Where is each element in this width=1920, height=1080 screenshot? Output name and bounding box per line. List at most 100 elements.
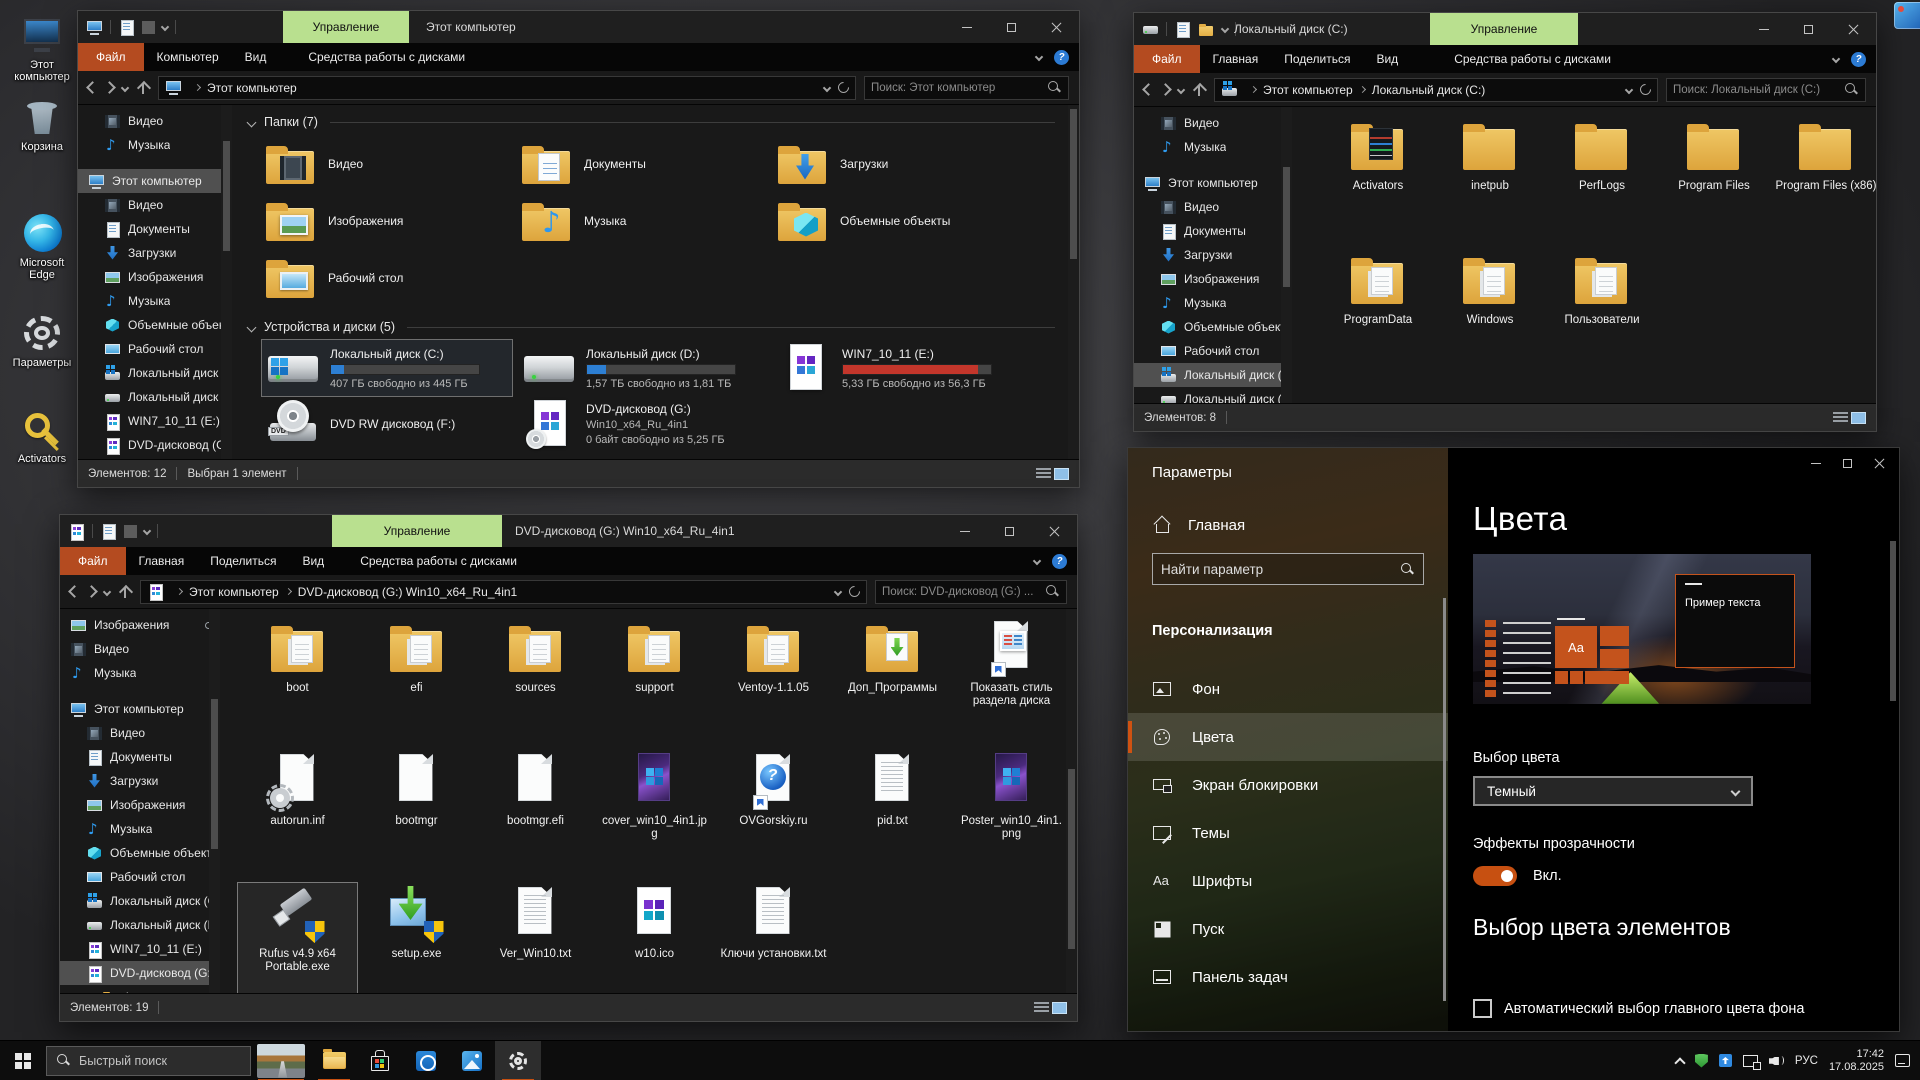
group-header-drives[interactable]: Устройства и диски (5): [248, 320, 1055, 334]
folder-tile[interactable]: Документы: [518, 135, 774, 192]
sidebar-item[interactable]: Видео: [1134, 195, 1292, 219]
minimize-button[interactable]: [1741, 13, 1786, 45]
search-box[interactable]: [1666, 78, 1866, 102]
up-button[interactable]: [136, 81, 150, 95]
sidebar-item[interactable]: Объемные объекты: [60, 841, 220, 865]
new-folder-quick-icon[interactable]: [142, 21, 155, 34]
settings-nav-item[interactable]: Цвета: [1128, 713, 1448, 761]
ribbon-contextual-tab[interactable]: Управление: [283, 11, 409, 43]
sidebar-item[interactable]: Загрузки: [78, 241, 232, 265]
file-item[interactable]: support: [595, 617, 714, 750]
refresh-icon[interactable]: [847, 584, 863, 600]
folder-tile[interactable]: Изображения: [262, 192, 518, 249]
icons-view-toggle[interactable]: [1052, 1002, 1067, 1014]
ribbon-tab[interactable]: Средства работы с дисками: [347, 547, 530, 575]
settings-nav-item[interactable]: Пуск: [1128, 905, 1448, 953]
taskbar-search[interactable]: [46, 1046, 251, 1076]
ribbon-collapse-icon[interactable]: [1832, 55, 1840, 63]
file-item[interactable]: Activators: [1322, 115, 1434, 249]
sidebar-item[interactable]: Изображения: [60, 793, 220, 817]
sidebar-item[interactable]: Музыка: [60, 817, 220, 841]
file-item[interactable]: cover_win10_4in1.jpg: [595, 750, 714, 883]
search-input[interactable]: [1673, 84, 1844, 96]
desktop-icon[interactable]: Этот компьютер: [6, 16, 78, 83]
drive-tile[interactable]: Локальный диск (D:) 1,57 ТБ свободно из …: [518, 340, 768, 396]
sidebar-item[interactable]: DVD-дисковод (G:): [60, 961, 220, 985]
sidebar-scrollbar[interactable]: [221, 105, 232, 459]
qat-customize-caret[interactable]: [143, 527, 151, 535]
file-item[interactable]: Windows: [1434, 249, 1546, 383]
desktop-icon[interactable]: Activators: [6, 410, 78, 465]
ribbon-collapse-icon[interactable]: [1035, 53, 1043, 61]
ribbon-tab[interactable]: Вид: [289, 547, 337, 575]
quick-access-toolbar[interactable]: [86, 19, 176, 36]
maximize-button[interactable]: [989, 11, 1034, 43]
file-item[interactable]: w10.ico: [595, 883, 714, 993]
hidden-icons-chevron[interactable]: [1674, 1057, 1685, 1068]
taskbar-app-store[interactable]: [357, 1041, 403, 1080]
back-button[interactable]: [68, 585, 81, 598]
taskbar-app-explorer[interactable]: [311, 1041, 357, 1080]
file-item[interactable]: Ключи установки.txt: [714, 883, 833, 993]
help-icon[interactable]: [1052, 554, 1067, 569]
volume-icon[interactable]: [1769, 1054, 1784, 1067]
qat-customize-caret[interactable]: [161, 23, 169, 31]
taskbar-app-photos[interactable]: [449, 1041, 495, 1080]
new-folder-quick-icon[interactable]: [1198, 21, 1215, 38]
ribbon-tab[interactable]: Главная: [126, 547, 198, 575]
file-item[interactable]: inetpub: [1434, 115, 1546, 249]
ribbon-tab[interactable]: Поделиться: [1271, 45, 1363, 73]
sidebar-item[interactable]: Объемные объекты: [78, 313, 232, 337]
forward-button[interactable]: [85, 585, 98, 598]
sidebar-item[interactable]: Локальный диск (C:): [1134, 363, 1292, 387]
qat-customize-caret[interactable]: [1221, 25, 1229, 33]
address-bar[interactable]: Этот компьютерЛокальный диск (C:): [1214, 78, 1658, 102]
file-item[interactable]: Rufus v4.9 x64 Portable.exe: [238, 883, 357, 993]
breadcrumb-item[interactable]: Этот компьютер: [188, 81, 297, 95]
details-view-toggle[interactable]: [1034, 1002, 1049, 1014]
forward-button[interactable]: [103, 81, 116, 94]
address-dropdown-caret[interactable]: [1625, 85, 1633, 93]
settings-nav-item[interactable]: Фон: [1128, 665, 1448, 713]
quick-access-toolbar[interactable]: [1142, 21, 1236, 38]
sidebar-item[interactable]: Видео: [60, 721, 220, 745]
breadcrumb-item[interactable]: Локальный диск (C:): [1353, 83, 1486, 97]
up-button[interactable]: [1192, 83, 1206, 97]
help-icon[interactable]: [1054, 50, 1069, 65]
corner-desktop-icon[interactable]: [1894, 2, 1920, 29]
ribbon-tab[interactable]: Файл: [78, 43, 144, 71]
folder-tile[interactable]: Загрузки: [774, 135, 1030, 192]
security-shield-icon[interactable]: [1695, 1054, 1708, 1068]
network-icon[interactable]: [1743, 1055, 1758, 1067]
sidebar-item[interactable]: Этот компьютер: [78, 169, 232, 193]
sidebar-item[interactable]: Музыка: [78, 289, 232, 313]
settings-nav-item[interactable]: Шрифты: [1128, 857, 1448, 905]
auto-accent-checkbox[interactable]: [1473, 999, 1492, 1018]
address-dropdown-caret[interactable]: [823, 83, 831, 91]
sidebar-item[interactable]: Загрузки: [1134, 243, 1292, 267]
close-button[interactable]: [1034, 11, 1079, 43]
sidebar-item[interactable]: Видео: [78, 109, 232, 133]
refresh-icon[interactable]: [836, 80, 852, 96]
sidebar-item[interactable]: WIN7_10_11 (E:): [60, 937, 220, 961]
sidebar-item[interactable]: Рабочий стол: [1134, 339, 1292, 363]
sidebar-item[interactable]: Музыка: [60, 661, 220, 685]
nav-scrollbar[interactable]: [1443, 598, 1446, 1001]
start-button[interactable]: [0, 1041, 46, 1080]
search-input[interactable]: [882, 586, 1045, 598]
recent-locations-caret[interactable]: [103, 587, 111, 595]
ribbon-tab[interactable]: Средства работы с дисками: [1441, 45, 1624, 73]
address-bar[interactable]: Этот компьютер: [158, 76, 856, 100]
sidebar-item[interactable]: Документы: [60, 745, 220, 769]
clock[interactable]: 17:42 17.08.2025: [1829, 1048, 1884, 1074]
settings-home[interactable]: Главная: [1152, 515, 1448, 535]
quick-access-toolbar[interactable]: [68, 523, 158, 540]
close-button[interactable]: [1831, 13, 1876, 45]
title-bar[interactable]: Локальный диск (C:) Управление: [1134, 13, 1876, 45]
details-view-toggle[interactable]: [1036, 468, 1051, 480]
close-button[interactable]: [1032, 515, 1077, 547]
file-item[interactable]: OVGorskiy.ru: [714, 750, 833, 883]
help-icon[interactable]: [1851, 52, 1866, 67]
language-indicator[interactable]: РУС: [1795, 1055, 1818, 1067]
drive-tile[interactable]: WIN7_10_11 (E:) 5,33 ГБ свободно из 56,3…: [774, 340, 1024, 396]
